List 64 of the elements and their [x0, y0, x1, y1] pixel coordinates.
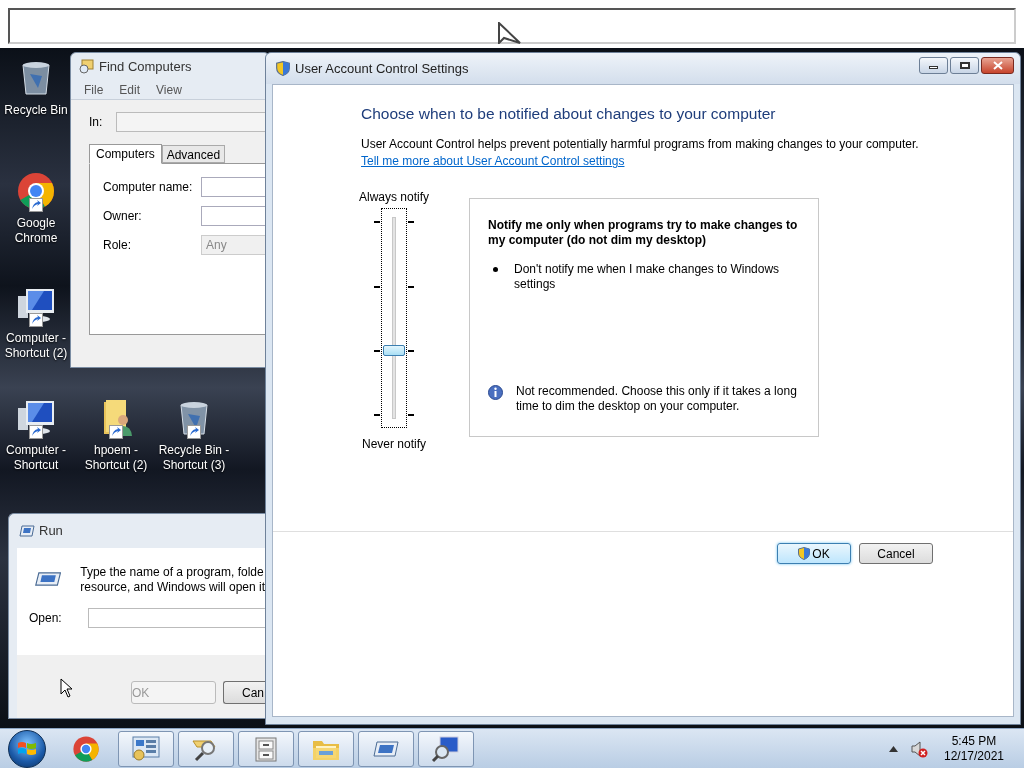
input-field[interactable]	[88, 608, 265, 628]
computer-magnifier-icon	[431, 734, 461, 763]
slider-top-label: Always notify	[359, 190, 429, 205]
bullet-icon	[493, 267, 498, 272]
show-hidden-icons-icon	[889, 745, 898, 752]
field-label: Role:	[103, 237, 132, 254]
close-icon	[992, 61, 1003, 70]
taskbar-button[interactable]	[118, 730, 174, 767]
menu-item[interactable]: File	[84, 80, 104, 99]
shield-icon	[276, 61, 290, 76]
window-title: Find Computers	[99, 57, 192, 76]
run-description-line: resource, and Windows will open it	[80, 580, 265, 595]
cancel-button[interactable]: Can	[223, 681, 265, 704]
slider-bottom-label: Never notify	[362, 437, 426, 452]
window-title: User Account Control Settings	[295, 59, 469, 78]
menu-item[interactable]: Edit	[119, 80, 141, 99]
shield-icon	[798, 547, 811, 560]
computer-magnifier-icon	[78, 58, 94, 75]
desktop-icon-label[interactable]: Computer - Shortcut	[0, 443, 72, 473]
desktop-icon-label[interactable]: Recycle Bin - Shortcut (3)	[158, 443, 230, 473]
note-text: Not recommended. Choose this only if it takes a long time to dim the desktop on your computer.	[516, 384, 798, 414]
maximize-button[interactable]	[950, 57, 979, 74]
tab[interactable]: Advanced	[161, 145, 226, 163]
input-field[interactable]	[201, 177, 268, 197]
desktop-icon-label[interactable]: Recycle Bin	[4, 103, 68, 118]
panel-title: Notify me only when programs try to make changes to my computer (do not dim my desktop)	[488, 218, 799, 248]
windows-logo-icon	[17, 739, 37, 758]
desktop-icon-label[interactable]: hpoem - Shortcut (2)	[80, 443, 152, 473]
desktop-icon-label[interactable]: Google Chrome	[0, 216, 72, 246]
taskbar-button[interactable]	[178, 730, 234, 767]
control-panel-icon	[131, 734, 161, 763]
minimize-button[interactable]	[919, 57, 948, 74]
chrome-icon	[72, 734, 100, 763]
ok-button[interactable]: OK	[777, 543, 851, 564]
field-label: In:	[89, 114, 104, 131]
run-description-line: Type the name of a program, folde	[80, 565, 265, 580]
heading: Choose when to be notified about changes to your computer	[361, 104, 777, 124]
taskbar-button[interactable]	[238, 730, 294, 767]
help-link[interactable]: Tell me more about User Account Control settings	[361, 154, 625, 168]
description-text: User Account Control helps prevent potentially harmful programs from making changes to your computer.	[361, 137, 920, 152]
info-icon	[488, 385, 503, 400]
clock-time[interactable]: 5:45 PM	[951, 733, 997, 749]
window-title: Run	[39, 522, 63, 541]
taskbar-button[interactable]	[358, 730, 414, 767]
field-label: Owner:	[103, 208, 143, 225]
desktop-icon-label[interactable]: Computer - Shortcut (2)	[0, 331, 72, 361]
clock-date[interactable]: 12/17/2021	[943, 748, 1005, 764]
taskbar-button[interactable]	[298, 730, 354, 767]
slider-thumb[interactable]	[383, 344, 405, 356]
menu-item[interactable]: View	[156, 80, 182, 99]
taskbar-button[interactable]	[418, 730, 474, 767]
notification-slider[interactable]	[373, 208, 415, 428]
field-label: Computer name:	[103, 179, 194, 196]
run-icon	[35, 569, 62, 589]
cursor-icon	[60, 678, 74, 698]
start-button[interactable]	[8, 729, 46, 768]
tab[interactable]: Computers	[89, 144, 162, 164]
input-field[interactable]	[201, 206, 268, 226]
field-label: Open:	[29, 610, 63, 627]
close-button[interactable]	[981, 57, 1014, 74]
cursor-icon	[498, 22, 522, 44]
cancel-button[interactable]: Cancel	[859, 543, 933, 564]
run-icon	[19, 525, 35, 537]
bullet-text: Don't notify me when I make changes to Windows settings	[514, 262, 781, 292]
